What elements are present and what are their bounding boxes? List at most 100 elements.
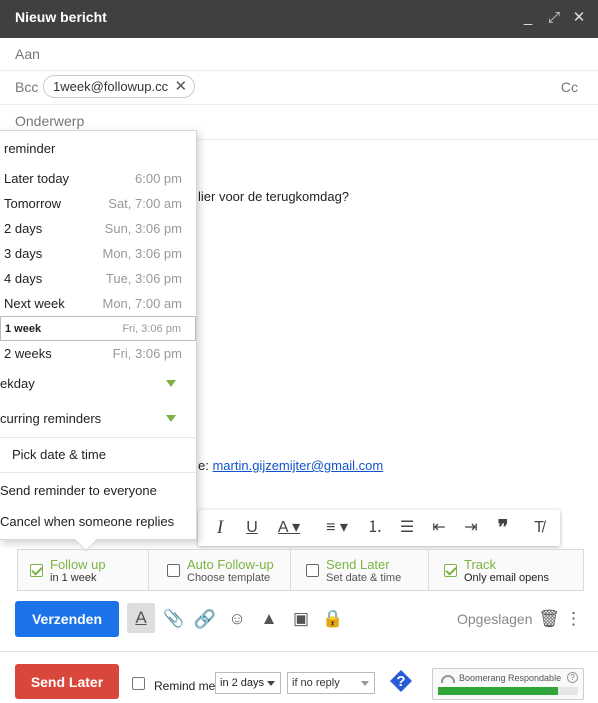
subject-placeholder: Onderwerp <box>15 113 85 129</box>
option-subtitle: Only email opens <box>464 572 549 584</box>
reminder-option[interactable]: Next week Mon, 7:00 am <box>0 291 196 316</box>
remove-formatting-icon[interactable]: T̸ <box>528 517 550 539</box>
more-options-icon[interactable]: ⋮ <box>565 608 582 630</box>
reminder-option[interactable]: 4 days Tue, 3:06 pm <box>0 266 196 291</box>
cc-link[interactable]: Cc <box>561 79 578 95</box>
pick-date-time[interactable]: Pick date & time <box>0 442 196 467</box>
bcc-label: Bcc <box>15 79 39 95</box>
respondable-bar <box>438 687 578 695</box>
quote-icon[interactable]: ❞ <box>492 517 514 539</box>
divider <box>0 651 598 652</box>
auto-follow-up-checkbox[interactable] <box>167 564 180 577</box>
reminder-option-time: Mon, 3:06 pm <box>102 246 183 261</box>
reminder-option-time: Fri, 3:06 pm <box>122 323 181 335</box>
option-subtitle: Choose template <box>187 572 271 584</box>
option-divider <box>148 550 149 590</box>
send-button[interactable]: Verzenden <box>15 601 119 637</box>
italic-icon[interactable]: I <box>210 517 230 539</box>
numbered-list-icon[interactable]: ⒈ <box>364 517 386 539</box>
remind-when-select[interactable]: in 2 days <box>215 672 281 694</box>
reminder-option[interactable]: 2 weeks Fri, 3:06 pm <box>0 341 196 366</box>
option-divider <box>428 550 429 590</box>
weekday-label: ekday <box>0 376 35 391</box>
reminder-option-time: Tue, 3:06 pm <box>105 271 182 286</box>
reminder-option[interactable]: Later today 6:00 pm <box>0 166 196 191</box>
reminder-option-time: Sun, 3:06 pm <box>104 221 182 236</box>
option-title: Follow up <box>50 557 106 572</box>
email-link[interactable]: martin.gijzemijter@gmail.com <box>212 458 383 473</box>
reminder-option[interactable]: Tomorrow Sat, 7:00 am <box>0 191 196 216</box>
remind-when-value: in 2 days <box>220 677 265 689</box>
insert-photo-icon[interactable]: ▣ <box>289 608 313 630</box>
option-send-later[interactable]: Send Later Set date & time <box>306 550 426 590</box>
option-follow-up[interactable]: Follow up in 1 week <box>30 550 145 590</box>
attach-file-icon[interactable]: 📎 <box>162 608 186 630</box>
text-color-icon[interactable]: A ▾ <box>274 517 304 539</box>
track-checkbox[interactable] <box>444 564 457 577</box>
boomerang-options-strip: Follow up in 1 week Auto Follow-up Choos… <box>17 549 584 591</box>
reminder-option-time: Fri, 3:06 pm <box>112 346 182 361</box>
send-later-button[interactable]: Send Later <box>15 664 119 699</box>
option-track[interactable]: Track Only email opens <box>444 550 574 590</box>
option-title: Track <box>464 557 497 572</box>
send-reminder-everyone[interactable]: Send reminder to everyone <box>0 478 196 503</box>
reminder-option-label: 1 week <box>5 323 42 335</box>
reminder-option[interactable]: 1 week Fri, 3:06 pm <box>0 316 196 341</box>
recurring-select[interactable]: curring reminders <box>0 406 196 431</box>
reminder-option-label: Next week <box>4 296 65 311</box>
remind-condition-select[interactable]: if no reply <box>287 672 375 694</box>
minimize-icon[interactable]: _ <box>520 8 536 28</box>
formatting-options-icon[interactable]: A <box>127 603 155 633</box>
option-subtitle: Set date & time <box>326 572 402 584</box>
insert-link-icon[interactable]: 🔗 <box>193 608 217 630</box>
weekday-dropdown-icon[interactable] <box>166 380 176 387</box>
respondable-help-icon[interactable]: ? <box>567 672 578 683</box>
window-title: Nieuw bericht <box>15 9 107 25</box>
bcc-field[interactable]: Bcc 1week@followup.cc ✕ Cc <box>0 71 598 105</box>
respondable-logo-icon <box>441 675 455 683</box>
bcc-recipient-chip[interactable]: 1week@followup.cc ✕ <box>43 75 196 98</box>
body-link-line[interactable]: e: martin.gijzemijter@gmail.com <box>198 458 383 473</box>
confidential-mode-icon[interactable]: 🔒 <box>321 608 345 630</box>
saved-status: Opgeslagen <box>457 611 533 627</box>
underline-icon[interactable]: U <box>242 517 262 539</box>
remind-me-checkbox[interactable] <box>132 677 145 690</box>
close-icon[interactable]: ✕ <box>571 8 587 28</box>
dropdown-header: reminder <box>4 141 56 156</box>
reminder-option[interactable]: 2 days Sun, 3:06 pm <box>0 216 196 241</box>
body-line[interactable]: lier voor de terugkomdag? <box>198 189 349 204</box>
option-auto-follow-up[interactable]: Auto Follow-up Choose template <box>167 550 287 590</box>
google-drive-icon[interactable]: ▲ <box>257 608 281 630</box>
recurring-label: curring reminders <box>0 411 102 426</box>
dropdown-divider <box>0 472 196 473</box>
bulleted-list-icon[interactable]: ☰ <box>396 517 418 539</box>
weekday-select[interactable]: ekday <box>0 371 196 396</box>
send-reminder-everyone-label: Send reminder to everyone <box>0 483 157 498</box>
reminder-option-time: Mon, 7:00 am <box>102 296 183 311</box>
reminder-option-label: Tomorrow <box>4 196 62 211</box>
chevron-down-icon <box>267 681 275 686</box>
recurring-dropdown-icon[interactable] <box>166 415 176 422</box>
respondable-meter[interactable]: Boomerang Respondable ? <box>432 668 584 700</box>
fullscreen-icon[interactable]: ⤢ <box>546 8 562 28</box>
option-title: Auto Follow-up <box>187 557 274 572</box>
reminder-option-label: 3 days <box>4 246 43 261</box>
respondable-bar-fill <box>438 687 559 695</box>
option-subtitle: in 1 week <box>50 572 97 584</box>
send-later-checkbox[interactable] <box>306 564 319 577</box>
indent-more-icon[interactable]: ⇥ <box>460 517 482 539</box>
reminder-option[interactable]: 3 days Mon, 3:06 pm <box>0 241 196 266</box>
reminder-option-label: 2 days <box>4 221 43 236</box>
help-icon[interactable]: ? <box>390 670 412 692</box>
to-field[interactable]: Aan <box>0 38 598 71</box>
remind-condition-value: if no reply <box>292 677 340 689</box>
align-icon[interactable]: ≡ ▾ <box>320 517 354 539</box>
option-title: Send Later <box>326 557 390 572</box>
indent-less-icon[interactable]: ⇤ <box>428 517 450 539</box>
cancel-when-replies[interactable]: Cancel when someone replies <box>0 509 196 534</box>
discard-draft-icon[interactable]: 🗑 <box>537 608 561 630</box>
option-divider <box>290 550 291 590</box>
emoji-icon[interactable]: ☺ <box>225 608 249 630</box>
remove-recipient-icon[interactable]: ✕ <box>175 76 188 97</box>
follow-up-checkbox[interactable] <box>30 564 43 577</box>
